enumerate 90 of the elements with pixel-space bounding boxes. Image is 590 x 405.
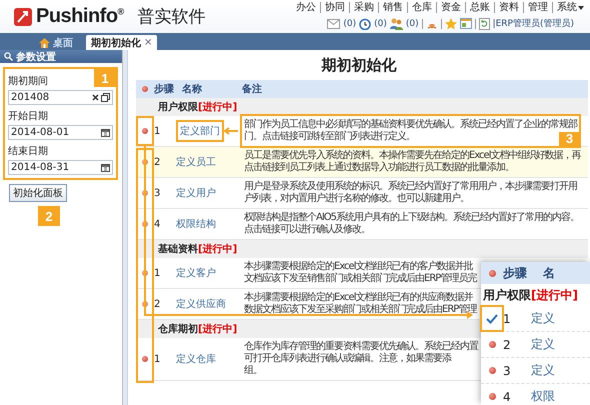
step-link[interactable]: 定义员工 (176, 154, 216, 170)
notification-count[interactable]: (0) (343, 18, 356, 28)
notification-count[interactable]: (0) (406, 18, 419, 28)
step-number: 1 (154, 354, 162, 364)
callout-number: 1 (94, 69, 116, 87)
step-number: 1 (503, 312, 512, 326)
step-description: 部门作为员工信息中必须填写的基础资料要优先确认。系统已经内置了企业的常规部 门。点击链接可跳转至部门列表进行定义。 3 (242, 116, 579, 146)
field-label: 期初期间 (8, 74, 48, 88)
step-link[interactable]: 定义 (531, 362, 590, 379)
callout-number: 3 (559, 132, 579, 146)
status-dot-icon (142, 86, 148, 92)
status-dot-icon (488, 270, 496, 276)
menu-item[interactable]: 系统 (552, 2, 588, 13)
step-number: 3 (503, 364, 512, 378)
step-description: 仓库作为库存管理的重要资料需要优先确认。系统已经内置 可打开仓库列表进行确认或编辑。注意，如果需要添 组。 (243, 340, 480, 378)
menu-item[interactable]: 仓库 (407, 2, 436, 13)
window-icon[interactable] (460, 18, 472, 29)
menu-item[interactable]: 采购 (349, 2, 378, 13)
calendar-icon[interactable] (101, 163, 110, 172)
status-text: [进行中] (198, 322, 238, 336)
step-link[interactable]: 定义供应商 (176, 296, 226, 312)
step-number: 4 (154, 218, 162, 230)
step-description: 本步骤需要根据给定的Excel文档组织已有的客户数据并批 文档应该下发至销售部门或相关部门完成后由ERP管理员完 (243, 260, 478, 286)
menu-item[interactable]: 资金 (436, 2, 465, 13)
step-link[interactable]: 权限结构 (176, 216, 216, 232)
status-text: [进行中] (198, 242, 238, 256)
column-header: 步骤 (503, 264, 528, 282)
step-link[interactable]: 定义部门 (176, 120, 224, 142)
step-number: 4 (503, 390, 512, 404)
product-name: 普实软件 (138, 6, 206, 28)
step-description: 用户是登录系统及使用系统的标识。系统已经内置好了常用用户，本步骤需要打开用 户列表，对内置用户进行名称的修改。也可以新建用户。 (243, 180, 578, 206)
step-link[interactable]: 定义 (531, 336, 590, 353)
section-title: 仓库期初 (158, 322, 198, 336)
step-description: 员工是需要优先导入系统的资料。本操作需要先在给定的Excel文档中组织好数据，再 点击链接到员工列表上通过数据导入功能进行员工数据的批量添加。 (243, 148, 582, 175)
step-link[interactable]: 定义用户 (176, 185, 216, 201)
step-description: 本步骤需要根据给定的Excel文档组织已有的供应商数据并 数据文档应该下发至采购部门或相关部门完成后由ERP管理 (243, 290, 478, 317)
star-icon[interactable] (444, 18, 457, 30)
step-number: 2 (154, 156, 162, 168)
home-icon (39, 38, 50, 48)
input-field[interactable]: 2014-08-01 (8, 125, 113, 140)
brand-name: Pushinfo$^{®}$ (36, 5, 124, 28)
step-number: 2 (503, 338, 512, 352)
panel-title: 参数设置 (16, 50, 56, 64)
alarm-clock-icon[interactable] (359, 18, 372, 30)
init-panel-button[interactable]: 初始化面板 (9, 184, 67, 202)
menu-item[interactable]: 销售 (378, 2, 407, 13)
tab[interactable]: 期初初始化 × (86, 35, 158, 50)
column-header: 步骤 (154, 82, 175, 96)
logo-icon (14, 8, 32, 26)
step-number: 1 (154, 268, 162, 278)
column-header: 名称 (181, 82, 203, 96)
status-text: [进行中] (531, 286, 578, 304)
step-number: 2 (154, 298, 162, 310)
field-label: 结束日期 (8, 144, 48, 158)
status-text: [进行中] (198, 100, 238, 114)
step-description: 权限结构是指整个AIO5系统用户具有的上下级结构。系统已经内置好了常用的内容。 点击链接可以进行确认及修改。 (243, 210, 580, 237)
input-field[interactable]: 201408 (8, 90, 113, 105)
notification-count[interactable]: (0) (374, 18, 387, 28)
close-icon[interactable]: × (144, 37, 152, 48)
field-label: 开始日期 (8, 110, 48, 123)
section-title: 基础资料 (158, 242, 198, 256)
step-number: 3 (154, 188, 162, 198)
step-link[interactable]: 定义仓库 (176, 351, 216, 367)
calendar-icon[interactable] (101, 128, 110, 137)
column-header: 备注 (242, 82, 263, 96)
mail-icon[interactable] (327, 18, 340, 28)
step-link[interactable]: 权限 (531, 388, 590, 405)
menu-item[interactable]: 管理 (523, 2, 552, 13)
input-field[interactable]: 2014-08-31 (8, 160, 113, 175)
arrow-icon (224, 127, 238, 135)
search-icon (4, 52, 13, 61)
step-link[interactable]: 定义 (531, 310, 590, 327)
user-name[interactable]: |ERP管理员(管理员) (492, 17, 574, 30)
clear-icon[interactable] (92, 94, 99, 101)
callout-number: 2 (38, 206, 60, 226)
step-number: 1 (154, 126, 162, 136)
menu-item[interactable]: 协同 (320, 2, 349, 13)
copy-icon[interactable] (101, 93, 110, 102)
tab[interactable]: 桌面 (34, 35, 78, 50)
people-icon[interactable] (390, 18, 403, 30)
section-title: 用户权限 (158, 100, 198, 114)
menu-item[interactable]: 办公 (292, 2, 320, 13)
section-title: 用户权限 (483, 286, 531, 304)
column-header: 名 (543, 264, 556, 282)
refresh-icon[interactable] (478, 18, 490, 30)
caret-icon (578, 6, 584, 10)
menu-item[interactable]: 资料 (494, 2, 523, 13)
page-title: 期初初始化 (320, 54, 398, 76)
step-link[interactable]: 定义客户 (176, 265, 216, 281)
menu-item[interactable]: 总账 (465, 2, 494, 13)
